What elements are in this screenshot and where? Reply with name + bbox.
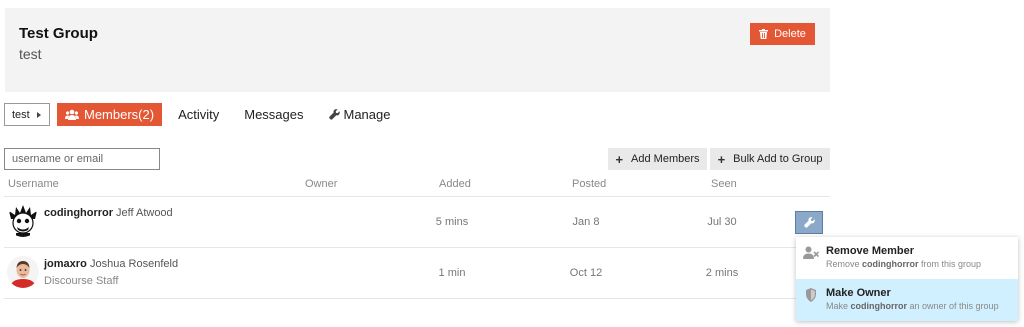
tab-manage[interactable]: Manage xyxy=(320,103,400,126)
added-cell: 5 mins xyxy=(435,216,469,228)
caret-right-icon xyxy=(36,111,41,118)
delete-button[interactable]: Delete xyxy=(750,23,815,45)
member-actions-button[interactable] xyxy=(795,211,823,234)
add-members-label: Add Members xyxy=(631,153,700,165)
full-name: Joshua Rosenfeld xyxy=(90,258,179,270)
add-members-button[interactable]: + Add Members xyxy=(608,148,707,170)
plus-icon: + xyxy=(615,151,624,167)
make-owner-title: Make Owner xyxy=(826,287,891,299)
plus-icon: + xyxy=(717,151,726,167)
tab-members-label: Members(2) xyxy=(84,107,155,122)
added-cell: 1 min xyxy=(438,267,466,279)
table-row: codinghorror Jeff Atwood 5 mins Jan 8 Ju… xyxy=(4,197,830,247)
group-title: Test Group xyxy=(19,25,98,42)
username-link[interactable]: jomaxro xyxy=(44,258,87,270)
group-header: Test Group test Delete xyxy=(5,8,830,92)
col-added-header[interactable]: Added xyxy=(439,178,471,190)
bulk-add-button[interactable]: + Bulk Add to Group xyxy=(710,148,830,170)
username-link[interactable]: codinghorror xyxy=(44,207,113,219)
group-subtitle: test xyxy=(19,46,42,62)
wrench-icon xyxy=(803,217,815,228)
posted-cell: Jan 8 xyxy=(572,216,600,228)
make-owner-option[interactable]: Make Owner Make codinghorror an owner of… xyxy=(796,279,1018,321)
users-icon xyxy=(65,109,79,120)
posted-cell: Oct 12 xyxy=(569,267,603,279)
tab-messages[interactable]: Messages xyxy=(235,103,312,126)
group-breadcrumb[interactable]: test xyxy=(4,103,50,126)
bulk-add-label: Bulk Add to Group xyxy=(733,153,823,165)
tab-activity[interactable]: Activity xyxy=(169,103,228,126)
remove-member-option[interactable]: Remove Member Remove codinghorror from t… xyxy=(796,237,1018,279)
seen-cell: 2 mins xyxy=(705,267,739,279)
delete-label: Delete xyxy=(774,28,806,40)
breadcrumb-label: test xyxy=(12,108,30,121)
table-row: jomaxro Joshua Rosenfeld Discourse Staff… xyxy=(4,248,830,298)
shield-icon xyxy=(806,288,816,302)
seen-cell: Jul 30 xyxy=(707,216,737,228)
user-remove-icon xyxy=(803,246,819,259)
wrench-icon xyxy=(328,109,340,120)
col-owner-header[interactable]: Owner xyxy=(305,178,337,190)
trash-icon xyxy=(759,29,769,39)
avatar[interactable] xyxy=(7,205,39,237)
remove-member-title: Remove Member xyxy=(826,245,915,257)
col-username-header[interactable]: Username xyxy=(8,178,59,190)
make-owner-description: Make codinghorror an owner of this group xyxy=(826,301,999,311)
member-actions-menu: Remove Member Remove codinghorror from t… xyxy=(796,237,1018,321)
user-title: Discourse Staff xyxy=(44,275,119,287)
tab-messages-label: Messages xyxy=(244,107,304,122)
col-seen-header[interactable]: Seen xyxy=(711,178,737,190)
tab-activity-label: Activity xyxy=(178,107,220,122)
group-nav: test Members(2) Activity Messages Manage xyxy=(4,102,399,127)
member-search-input[interactable] xyxy=(4,148,160,170)
divider xyxy=(4,298,830,299)
tab-manage-label: Manage xyxy=(343,107,391,122)
avatar[interactable] xyxy=(7,256,39,288)
full-name: Jeff Atwood xyxy=(116,207,173,219)
col-posted-header[interactable]: Posted xyxy=(572,178,606,190)
tab-members[interactable]: Members(2) xyxy=(57,103,163,126)
remove-member-description: Remove codinghorror from this group xyxy=(826,259,982,269)
